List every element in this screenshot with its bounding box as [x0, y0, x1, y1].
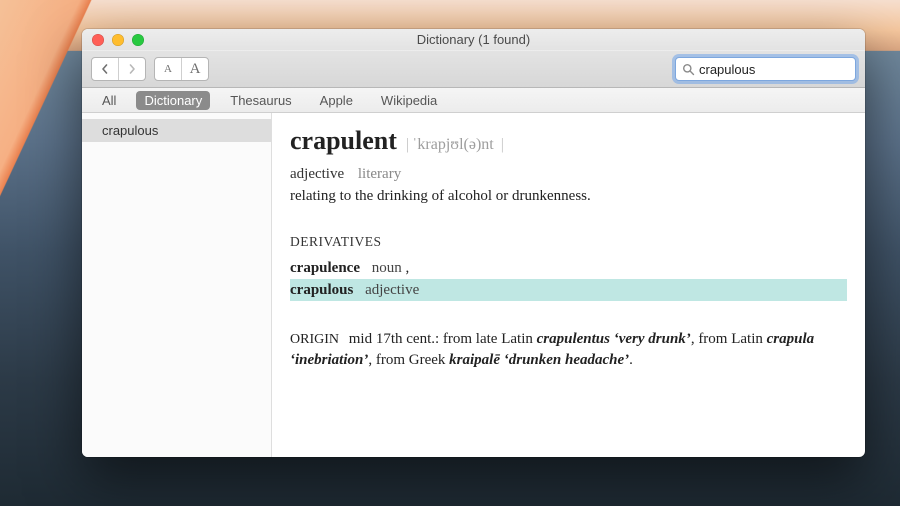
origin-seg: , from Greek — [368, 352, 449, 368]
scope-dictionary[interactable]: Dictionary — [136, 91, 210, 110]
definition-text: relating to the drinking of alcohol or d… — [290, 186, 847, 206]
origin-seg: . — [629, 352, 633, 368]
font-size-seg: A A — [154, 57, 209, 81]
headword: crapulent — [290, 123, 397, 158]
search-input[interactable] — [695, 62, 865, 77]
traffic-lights — [82, 34, 144, 46]
close-window-button[interactable] — [92, 34, 104, 46]
desktop-wallpaper: Dictionary (1 found) A A — [0, 0, 900, 506]
scope-all[interactable]: All — [94, 91, 124, 110]
definition-pane[interactable]: crapulent |ˈkrapjʊl(ə)nt | adjective lit… — [272, 113, 865, 457]
results-sidebar: crapulous — [82, 113, 272, 457]
derivatives-block: crapulence noun , crapulous adjective — [290, 257, 847, 302]
origin-block: ORIGIN mid 17th cent.: from late Latin c… — [290, 329, 847, 370]
derivative-word: crapulence — [290, 260, 360, 276]
derivative-row: crapulous adjective — [290, 279, 847, 301]
derivative-trailing: , — [405, 260, 409, 276]
scope-thesaurus[interactable]: Thesaurus — [222, 91, 299, 110]
derivative-pos: adjective — [365, 282, 419, 298]
pronunciation: |ˈkrapjʊl(ə)nt | — [403, 134, 507, 156]
chevron-left-icon — [100, 64, 110, 74]
window-body: crapulous crapulent |ˈkrapjʊl(ə)nt | adj… — [82, 113, 865, 457]
derivatives-heading: DERIVATIVES — [290, 233, 847, 251]
headword-line: crapulent |ˈkrapjʊl(ə)nt | — [290, 123, 847, 158]
chevron-right-icon — [127, 64, 137, 74]
nav-seg — [91, 57, 146, 81]
pos-line: adjective literary — [290, 164, 847, 184]
dictionary-window: Dictionary (1 found) A A — [82, 29, 865, 457]
origin-seg: , from Latin — [691, 331, 767, 347]
window-title: Dictionary (1 found) — [82, 32, 865, 47]
font-increase-button[interactable]: A — [181, 58, 208, 80]
derivative-word: crapulous — [290, 282, 353, 298]
minimize-window-button[interactable] — [112, 34, 124, 46]
back-button[interactable] — [92, 58, 118, 80]
register-label: literary — [358, 166, 401, 182]
pronunciation-text: ˈkrapjʊl(ə)nt — [412, 136, 494, 153]
derivative-pos: noun — [372, 260, 402, 276]
derivative-row: crapulence noun , — [290, 257, 847, 279]
result-row[interactable]: crapulous — [82, 119, 271, 142]
titlebar[interactable]: Dictionary (1 found) — [82, 29, 865, 51]
scope-apple[interactable]: Apple — [312, 91, 361, 110]
scope-wikipedia[interactable]: Wikipedia — [373, 91, 445, 110]
origin-text: mid 17th cent.: from late Latin crapulen… — [290, 331, 814, 368]
search-icon — [682, 63, 695, 76]
origin-seg: mid 17th cent.: from late Latin — [349, 331, 537, 347]
scope-bar: All Dictionary Thesaurus Apple Wikipedia — [82, 88, 865, 113]
zoom-window-button[interactable] — [132, 34, 144, 46]
toolbar: A A — [82, 51, 865, 88]
origin-seg: crapulentus ‘very drunk’ — [537, 331, 691, 347]
origin-seg: kraipalē ‘drunken headache’ — [449, 352, 629, 368]
font-decrease-button[interactable]: A — [155, 58, 181, 80]
forward-button[interactable] — [118, 58, 145, 80]
part-of-speech: adjective — [290, 166, 344, 182]
origin-label: ORIGIN — [290, 332, 339, 347]
search-field-wrap[interactable] — [675, 57, 856, 81]
